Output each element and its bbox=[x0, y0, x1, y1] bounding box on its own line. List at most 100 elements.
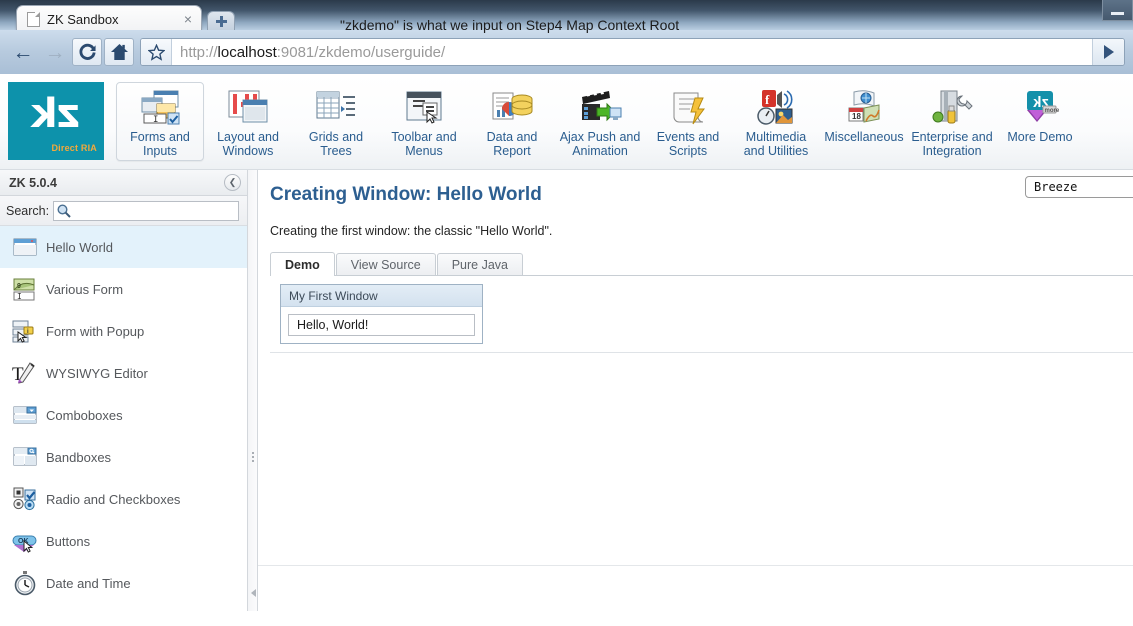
sidebar-splitter[interactable] bbox=[248, 170, 258, 611]
plus-icon bbox=[215, 16, 227, 27]
url-host: localhost bbox=[217, 43, 277, 61]
ajax-push-icon bbox=[577, 88, 623, 128]
reload-icon bbox=[78, 43, 97, 62]
minimize-icon bbox=[1111, 11, 1124, 15]
toolbar-item-miscellaneous[interactable]: 18 Miscellaneous bbox=[820, 82, 908, 160]
svg-text:9: 9 bbox=[17, 283, 21, 290]
toolbar-item-label: Grids and Trees bbox=[308, 130, 364, 158]
forward-button[interactable]: → bbox=[40, 38, 70, 66]
toolbar-item-label: Layout and Windows bbox=[217, 130, 279, 158]
toolbar-item-grids-and-trees[interactable]: Grids and Trees bbox=[292, 82, 380, 161]
demo-window-title: My First Window bbox=[281, 285, 482, 307]
toolbar-item-label: More Demo bbox=[1007, 130, 1073, 144]
sidebar-item-comboboxes[interactable]: Comboboxes bbox=[0, 394, 247, 436]
browser-tab-title: ZK Sandbox bbox=[47, 11, 119, 27]
sidebar-item-radio-and-checkboxes[interactable]: Radio and Checkboxes bbox=[0, 478, 247, 520]
toolbar-item-more-demo[interactable]: zk more More Demo bbox=[996, 82, 1084, 160]
toolbar-item-layout-and-windows[interactable]: Layout and Windows bbox=[204, 82, 292, 161]
forward-arrow-icon: → bbox=[44, 40, 66, 64]
zk-category-toolbar: zk Direct RIA I Forms and Inputs Layout … bbox=[0, 74, 1133, 170]
annotation-text: "zkdemo" is what we input on Step4 Map C… bbox=[340, 17, 680, 33]
sidebar-item-hello-world[interactable]: Hello World bbox=[0, 226, 247, 268]
browser-tab[interactable]: ZK Sandbox × bbox=[16, 5, 202, 30]
tab-demo[interactable]: Demo bbox=[270, 252, 335, 276]
sidebar-item-label: Bandboxes bbox=[46, 449, 112, 465]
chevron-left-icon: ❮ bbox=[228, 177, 237, 187]
sidebar-search-row: Search: bbox=[0, 196, 247, 226]
grids-trees-icon bbox=[313, 88, 359, 128]
button-icon: OK bbox=[12, 528, 38, 554]
svg-text:18: 18 bbox=[852, 112, 861, 121]
url-text[interactable]: http://localhost:9081/zkdemo/userguide/ bbox=[172, 44, 1092, 61]
home-button[interactable] bbox=[104, 38, 134, 66]
go-arrow-icon bbox=[1103, 45, 1114, 59]
zk-logo[interactable]: zk Direct RIA bbox=[8, 82, 104, 160]
page-description: Creating the first window: the classic "… bbox=[270, 224, 553, 238]
toolbar-item-toolbar-and-menus[interactable]: Toolbar and Menus bbox=[380, 82, 468, 161]
tab-pure-java[interactable]: Pure Java bbox=[436, 253, 523, 276]
radio-checkbox-icon bbox=[12, 486, 38, 512]
sidebar-item-label: Comboboxes bbox=[46, 407, 123, 423]
url-path: :9081/zkdemo/userguide/ bbox=[276, 43, 446, 61]
demo-window: My First Window Hello, World! bbox=[280, 284, 483, 344]
reload-button[interactable] bbox=[72, 38, 102, 66]
demo-tabstrip: Demo View Source Pure Java bbox=[270, 252, 1133, 276]
app-body: ZK 5.0.4 ❮ Search: Hello World 9 I Vario… bbox=[0, 170, 1133, 611]
splitter-collapse-arrow-icon[interactable] bbox=[251, 589, 256, 597]
address-bar[interactable]: http://localhost:9081/zkdemo/userguide/ bbox=[140, 38, 1125, 66]
collapse-sidebar-button[interactable]: ❮ bbox=[224, 174, 241, 191]
theme-selected-value: Breeze bbox=[1034, 180, 1078, 194]
toolbar-item-multimedia-and-utilities[interactable]: f Multimedia and Utilities bbox=[732, 82, 820, 161]
sidebar-item-date-and-time[interactable]: Date and Time bbox=[0, 562, 247, 604]
toolbar-item-ajax-push-and-animation[interactable]: Ajax Push and Animation bbox=[556, 82, 644, 161]
splitter-grip[interactable] bbox=[252, 452, 254, 466]
main-content: Breeze Creating Window: Hello World Crea… bbox=[258, 170, 1133, 611]
sidebar-item-wysiwyg-editor[interactable]: T WYSIWYG Editor bbox=[0, 352, 247, 394]
miscellaneous-icon: 18 bbox=[841, 88, 887, 128]
tab-label: View Source bbox=[350, 258, 421, 272]
demo-tabpanel: My First Window Hello, World! bbox=[270, 275, 1133, 353]
new-tab-button[interactable] bbox=[207, 11, 235, 30]
back-arrow-icon: ← bbox=[12, 40, 34, 64]
sidebar-item-label: Radio and Checkboxes bbox=[46, 491, 181, 507]
demo-window-content: Hello, World! bbox=[288, 314, 475, 336]
star-icon bbox=[147, 43, 165, 61]
toolbar-item-label: Miscellaneous bbox=[824, 130, 904, 144]
svg-text:I: I bbox=[153, 115, 158, 125]
svg-text:I: I bbox=[17, 292, 22, 301]
multimedia-utilities-icon: f bbox=[753, 88, 799, 128]
toolbar-item-label: Enterprise and Integration bbox=[911, 130, 993, 158]
sidebar-item-form-with-popup[interactable]: i Form with Popup bbox=[0, 310, 247, 352]
browser-navbar: "zkdemo" is what we input on Step4 Map C… bbox=[0, 17, 1133, 74]
bookmark-button[interactable] bbox=[141, 39, 172, 65]
sidebar-item-bandboxes[interactable]: Bandboxes bbox=[0, 436, 247, 478]
sidebar-item-various-form[interactable]: 9 I Various Form bbox=[0, 268, 247, 310]
clock-icon bbox=[12, 570, 38, 596]
sidebar-item-label: Buttons bbox=[46, 533, 91, 549]
toolbar-item-label: Forms and Inputs bbox=[130, 130, 190, 158]
tab-view-source[interactable]: View Source bbox=[335, 253, 436, 276]
search-field-wrap[interactable] bbox=[53, 200, 239, 221]
page-favicon-icon bbox=[27, 11, 40, 27]
minimize-button[interactable] bbox=[1102, 0, 1133, 21]
sidebar-version-label: ZK 5.0.4 bbox=[9, 175, 57, 190]
toolbar-item-enterprise-and-integration[interactable]: Enterprise and Integration bbox=[908, 82, 996, 161]
toolbar-item-forms-and-inputs[interactable]: I Forms and Inputs bbox=[116, 82, 204, 161]
back-button[interactable]: ← bbox=[8, 38, 38, 66]
sidebar-item-buttons[interactable]: OK Buttons bbox=[0, 520, 247, 562]
form-popup-icon: i bbox=[12, 318, 38, 344]
close-icon[interactable]: × bbox=[181, 12, 195, 26]
window-controls bbox=[1102, 0, 1133, 22]
svg-text:more: more bbox=[1045, 108, 1060, 114]
go-button[interactable] bbox=[1092, 39, 1124, 65]
theme-select[interactable]: Breeze bbox=[1025, 176, 1133, 198]
toolbar-menus-icon bbox=[401, 88, 447, 128]
layout-windows-icon bbox=[225, 88, 271, 128]
toolbar-item-data-and-report[interactable]: Data and Report bbox=[468, 82, 556, 161]
search-input[interactable] bbox=[74, 202, 238, 219]
toolbar-item-label: Data and Report bbox=[486, 130, 538, 158]
sidebar-header: ZK 5.0.4 ❮ bbox=[0, 170, 247, 196]
toolbar-item-events-and-scripts[interactable]: Events and Scripts bbox=[644, 82, 732, 161]
sidebar-item-label: Date and Time bbox=[46, 575, 131, 591]
events-scripts-icon bbox=[665, 88, 711, 128]
